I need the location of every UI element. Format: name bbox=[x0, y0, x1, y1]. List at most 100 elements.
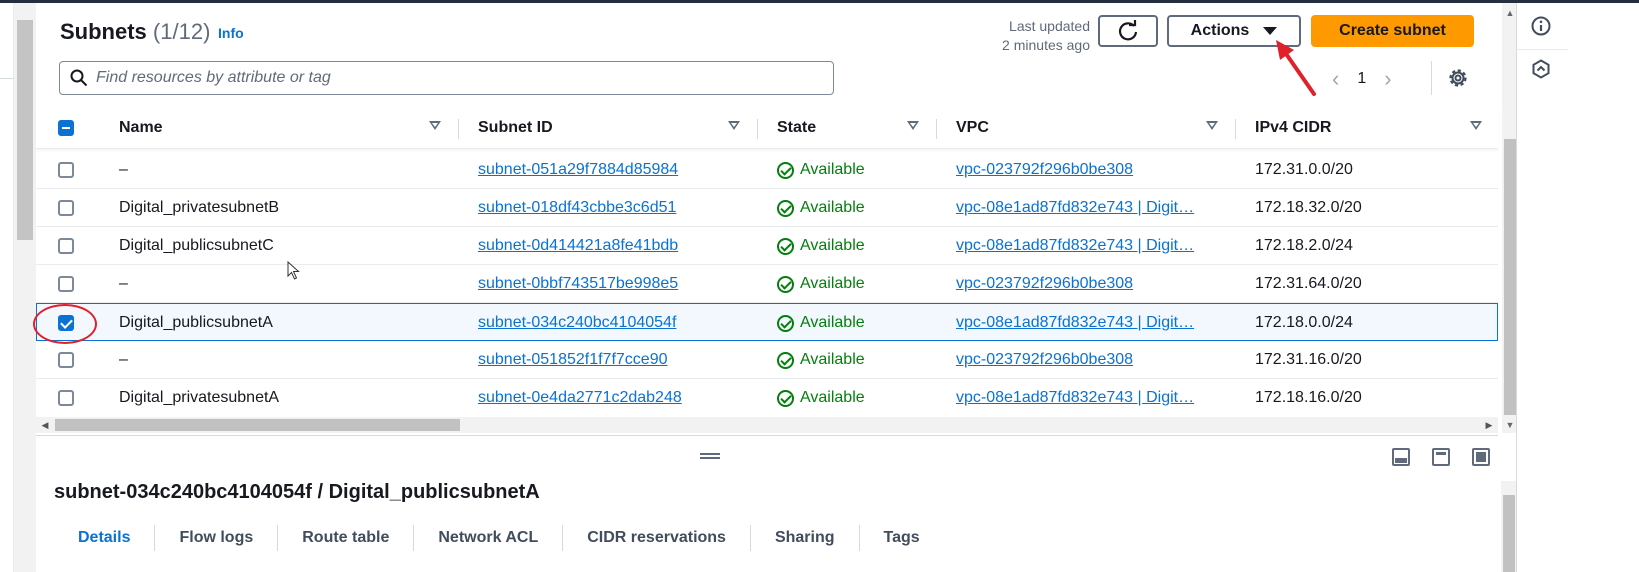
prev-page-icon[interactable]: ‹ bbox=[1332, 68, 1339, 90]
row-select-cell[interactable] bbox=[58, 227, 74, 265]
sort-caret-icon[interactable] bbox=[429, 121, 441, 130]
check-circle-icon bbox=[777, 351, 794, 369]
detail-title: subnet-034c240bc4104054f / Digital_publi… bbox=[54, 481, 540, 503]
row-select-cell[interactable] bbox=[58, 265, 74, 303]
column-header-name[interactable]: Name bbox=[119, 107, 444, 149]
vpc-link[interactable]: vpc-023792f296b0be308 bbox=[956, 161, 1133, 179]
tab-cidr-reservations[interactable]: CIDR reservations bbox=[563, 525, 751, 551]
row-select-cell[interactable] bbox=[58, 341, 74, 379]
row-checkbox[interactable] bbox=[58, 238, 74, 254]
tab-tags[interactable]: Tags bbox=[860, 525, 944, 551]
vpc-link[interactable]: vpc-08e1ad87fd832e743 | Digit… bbox=[956, 314, 1194, 332]
status-text: Available bbox=[800, 161, 865, 178]
last-updated-time: 2 minutes ago bbox=[1002, 37, 1090, 53]
cell-name: – bbox=[119, 161, 128, 178]
split-close-icon[interactable] bbox=[1472, 448, 1490, 466]
info-link[interactable]: Info bbox=[218, 25, 244, 41]
row-checkbox[interactable] bbox=[58, 276, 74, 292]
row-checkbox[interactable] bbox=[58, 200, 74, 216]
row-checkbox[interactable] bbox=[58, 352, 74, 368]
table-header: Name Subnet ID State VPC IPv4 CIDR bbox=[36, 107, 1498, 149]
table-row[interactable]: – subnet-051a29f7884d85984 Available vpc… bbox=[36, 151, 1498, 189]
sort-caret-icon[interactable] bbox=[1206, 121, 1218, 130]
tab-flow-logs[interactable]: Flow logs bbox=[155, 525, 279, 551]
subnet-id-link[interactable]: subnet-051852f1f7f7cce90 bbox=[478, 351, 667, 369]
refresh-button[interactable] bbox=[1098, 15, 1158, 47]
info-icon[interactable] bbox=[1531, 16, 1551, 36]
column-label: Name bbox=[119, 119, 163, 136]
tab-network-acl[interactable]: Network ACL bbox=[414, 525, 564, 551]
row-checkbox[interactable] bbox=[58, 390, 74, 406]
table-row[interactable]: – subnet-0bbf743517be998e5 Available vpc… bbox=[36, 265, 1498, 303]
row-select-cell[interactable] bbox=[58, 379, 74, 413]
vpc-link[interactable]: vpc-023792f296b0be308 bbox=[956, 351, 1133, 369]
column-divider[interactable] bbox=[458, 119, 459, 139]
column-header-vpc[interactable]: VPC bbox=[956, 107, 1221, 149]
check-circle-icon bbox=[777, 314, 794, 332]
column-header-ipv4-cidr[interactable]: IPv4 CIDR bbox=[1255, 107, 1485, 149]
table-row[interactable]: Digital_publicsubnetC subnet-0d414421a8f… bbox=[36, 227, 1498, 265]
table-row[interactable]: – subnet-051852f1f7f7cce90 Available vpc… bbox=[36, 341, 1498, 379]
selection-count: (1/12) bbox=[152, 19, 211, 44]
cell-cidr: 172.31.16.0/20 bbox=[1255, 351, 1362, 368]
search-input[interactable] bbox=[96, 69, 796, 87]
subnet-id-link[interactable]: subnet-0bbf743517be998e5 bbox=[478, 275, 678, 293]
subnet-id-link[interactable]: subnet-018df43cbbe3c6d51 bbox=[478, 199, 676, 217]
row-checkbox[interactable] bbox=[58, 162, 74, 178]
vpc-link[interactable]: vpc-08e1ad87fd832e743 | Digit… bbox=[956, 199, 1194, 217]
page-number[interactable]: 1 bbox=[1357, 70, 1366, 88]
scroll-up-icon[interactable]: ▲ bbox=[1503, 7, 1517, 19]
sort-caret-icon[interactable] bbox=[728, 121, 740, 130]
detail-tabs: Details Flow logs Route table Network AC… bbox=[54, 523, 944, 553]
table-vertical-scrollbar-thumb[interactable] bbox=[1504, 139, 1516, 415]
actions-label: Actions bbox=[1190, 22, 1250, 39]
table-horizontal-scrollbar-thumb[interactable] bbox=[55, 419, 460, 431]
scroll-down-icon[interactable]: ▼ bbox=[1503, 419, 1517, 431]
column-header-subnet-id[interactable]: Subnet ID bbox=[478, 107, 743, 149]
gear-icon[interactable] bbox=[1446, 66, 1470, 90]
check-circle-icon bbox=[777, 237, 794, 255]
select-all-checkbox[interactable] bbox=[58, 120, 74, 136]
column-divider[interactable] bbox=[1235, 119, 1236, 139]
create-subnet-button[interactable]: Create subnet bbox=[1311, 15, 1474, 47]
column-header-state[interactable]: State bbox=[777, 107, 922, 149]
drag-handle-icon[interactable] bbox=[700, 453, 720, 459]
table-row[interactable]: Digital_privatesubnetA subnet-0e4da2771c… bbox=[36, 379, 1498, 413]
split-bottom-icon[interactable] bbox=[1392, 448, 1410, 466]
subnet-id-link[interactable]: subnet-0d414421a8fe41bdb bbox=[478, 237, 678, 255]
subnet-id-link[interactable]: subnet-0e4da2771c2dab248 bbox=[478, 389, 682, 407]
left-divider bbox=[0, 78, 14, 79]
tab-details[interactable]: Details bbox=[54, 525, 156, 551]
vpc-link[interactable]: vpc-08e1ad87fd832e743 | Digit… bbox=[956, 237, 1194, 255]
scroll-right-icon[interactable]: ▶ bbox=[1482, 417, 1496, 433]
row-select-cell[interactable] bbox=[58, 189, 74, 227]
tab-sharing[interactable]: Sharing bbox=[751, 525, 860, 551]
subnet-id-link[interactable]: subnet-034c240bc4104054f bbox=[478, 314, 676, 332]
sort-caret-icon[interactable] bbox=[907, 121, 919, 130]
column-divider[interactable] bbox=[757, 119, 758, 139]
vpc-link[interactable]: vpc-023792f296b0be308 bbox=[956, 275, 1133, 293]
pager-divider bbox=[1431, 61, 1432, 95]
row-select-cell[interactable] bbox=[58, 151, 74, 189]
last-updated-label: Last updated bbox=[1009, 18, 1090, 34]
hexagon-icon[interactable] bbox=[1531, 59, 1551, 79]
detail-vertical-scrollbar-thumb[interactable] bbox=[1503, 495, 1515, 572]
subnet-id-link[interactable]: subnet-051a29f7884d85984 bbox=[478, 161, 678, 179]
select-all-cell[interactable] bbox=[58, 107, 74, 149]
tab-route-table[interactable]: Route table bbox=[278, 525, 415, 551]
scroll-left-icon[interactable]: ◀ bbox=[38, 417, 52, 433]
next-page-icon[interactable]: › bbox=[1384, 68, 1391, 90]
status-text: Available bbox=[800, 351, 865, 368]
last-updated: Last updated 2 minutes ago bbox=[976, 17, 1090, 55]
search-bar[interactable] bbox=[59, 61, 834, 95]
table-row[interactable]: Digital_privatesubnetB subnet-018df43cbb… bbox=[36, 189, 1498, 227]
table-row-selected[interactable]: Digital_publicsubnetA subnet-034c240bc41… bbox=[36, 303, 1498, 341]
split-side-icon[interactable] bbox=[1432, 448, 1450, 466]
cell-name: Digital_publicsubnetC bbox=[119, 237, 274, 254]
right-blank-area bbox=[1568, 3, 1639, 572]
page-scrollbar-thumb[interactable] bbox=[17, 20, 33, 240]
vpc-link[interactable]: vpc-08e1ad87fd832e743 | Digit… bbox=[956, 389, 1194, 407]
column-label: State bbox=[777, 119, 817, 136]
column-divider[interactable] bbox=[936, 119, 937, 139]
sort-caret-icon[interactable] bbox=[1470, 121, 1482, 130]
